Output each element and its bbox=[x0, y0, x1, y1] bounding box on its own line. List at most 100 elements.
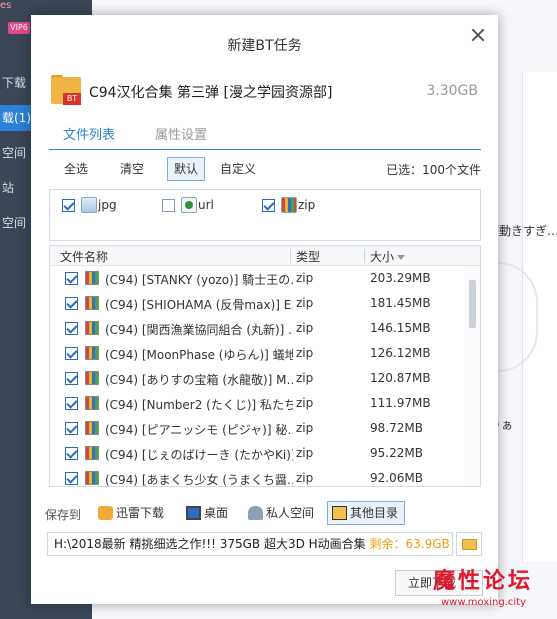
bt-badge: BT bbox=[63, 93, 81, 105]
row-checkbox[interactable] bbox=[65, 447, 78, 460]
zip-checkbox[interactable] bbox=[262, 198, 275, 212]
location-label: 其他目录 bbox=[350, 506, 399, 520]
file-size: 95.22MB bbox=[370, 446, 423, 460]
file-name: (C94) [SHIOHAMA (反骨max)] E… bbox=[105, 298, 293, 312]
zip-file-icon bbox=[85, 371, 99, 385]
file-name: (C94) [ピアニッシモ (ピジャ)] 秘… bbox=[105, 423, 293, 437]
url-label: url bbox=[198, 198, 214, 212]
header-size-label: 大小 bbox=[370, 250, 395, 264]
file-type: zip bbox=[296, 421, 314, 435]
file-size: 98.72MB bbox=[370, 421, 423, 435]
zip-label: zip bbox=[298, 198, 316, 212]
table-row[interactable]: (C94) [あまくち少女 (うまくち醤… zip 92.06MB bbox=[50, 466, 480, 486]
table-row[interactable]: (C94) [ありすの宝箱 (水龍敬)] M… zip 120.87MB bbox=[50, 366, 480, 391]
file-type-filter: jpg url zip bbox=[49, 189, 481, 241]
file-type: zip bbox=[296, 296, 314, 310]
save-path-text: H:\2018最新 精挑细选之作!!! 375GB 超大3D H动画合集 bbox=[54, 537, 366, 551]
table-row[interactable]: (C94) [MoonPhase (ゆらん)] 蟻地… zip 126.12MB bbox=[50, 341, 480, 366]
tab-file-list[interactable]: 文件列表 bbox=[63, 128, 115, 144]
sidebar-top-text: es bbox=[0, 0, 12, 11]
browse-folder-button[interactable] bbox=[456, 532, 482, 556]
zip-file-icon bbox=[85, 346, 99, 360]
file-name: (C94) [関西漁業協同組合 (丸新)] … bbox=[105, 323, 293, 337]
jpg-icon bbox=[81, 197, 97, 213]
zip-file-icon bbox=[85, 271, 99, 285]
row-checkbox[interactable] bbox=[65, 297, 78, 310]
table-scrollbar[interactable] bbox=[464, 266, 480, 486]
zip-file-icon bbox=[85, 446, 99, 460]
file-size: 120.87MB bbox=[370, 371, 431, 385]
location-private-space[interactable]: 私人空间 bbox=[243, 501, 321, 525]
watermark-title: 魔性论坛 bbox=[433, 569, 534, 594]
sort-down-icon bbox=[397, 255, 406, 260]
table-header: 文件名称 类型 大小 bbox=[50, 246, 480, 266]
close-icon[interactable] bbox=[470, 27, 486, 43]
file-type: zip bbox=[296, 346, 314, 360]
file-size: 92.06MB bbox=[370, 471, 423, 485]
file-size: 203.29MB bbox=[370, 271, 431, 285]
row-checkbox[interactable] bbox=[65, 347, 78, 360]
table-row[interactable]: (C94) [SHIOHAMA (反骨max)] E… zip 181.45MB bbox=[50, 291, 480, 316]
clear-button[interactable]: 清空 bbox=[113, 157, 151, 181]
table-row[interactable]: (C94) [関西漁業協同組合 (丸新)] … zip 146.15MB bbox=[50, 316, 480, 341]
watermark-url: www.moxing.city bbox=[441, 597, 527, 608]
task-name: C94汉化合集 第三弹 [漫之学园资源部] bbox=[89, 85, 333, 101]
table-row[interactable]: (C94) [STANKY (yozo)] 騎士王の… zip 203.29MB bbox=[50, 266, 480, 291]
zip-file-icon bbox=[85, 296, 99, 310]
free-space-label: 剩余： bbox=[369, 537, 406, 551]
file-type: zip bbox=[296, 371, 314, 385]
jpg-checkbox[interactable] bbox=[62, 198, 75, 212]
file-type: zip bbox=[296, 471, 314, 485]
file-size: 126.12MB bbox=[370, 346, 431, 360]
row-checkbox[interactable] bbox=[65, 422, 78, 435]
location-other-directory[interactable]: 其他目录 bbox=[327, 501, 406, 525]
select-all-button[interactable]: 全选 bbox=[57, 157, 95, 181]
url-icon bbox=[181, 197, 197, 213]
file-type: zip bbox=[296, 321, 314, 335]
custom-button[interactable]: 自定义 bbox=[213, 157, 263, 181]
zip-file-icon bbox=[85, 321, 99, 335]
file-table: 文件名称 类型 大小 (C94) [STANKY (yozo)] 騎士王の… z… bbox=[49, 245, 481, 487]
selected-count: 已选：100个文件 bbox=[386, 163, 481, 177]
free-space-value: 63.9GB bbox=[405, 537, 450, 551]
save-location-row: 保存到 迅雷下载 桌面 私人空间 其他目录 bbox=[45, 501, 485, 525]
tab-properties[interactable]: 属性设置 bbox=[155, 128, 207, 144]
header-type[interactable]: 类型 bbox=[296, 248, 320, 265]
row-checkbox[interactable] bbox=[65, 272, 78, 285]
file-size: 181.45MB bbox=[370, 296, 431, 310]
row-checkbox[interactable] bbox=[65, 397, 78, 410]
file-type-jpg[interactable]: jpg bbox=[62, 197, 117, 213]
scrollbar-thumb[interactable] bbox=[469, 280, 476, 328]
save-path-field[interactable]: H:\2018最新 精挑细选之作!!! 375GB 超大3D H动画合集 剩余：… bbox=[47, 532, 453, 556]
table-row[interactable]: (C94) [じぇのばけーき (たかやKi)]… zip 95.22MB bbox=[50, 441, 480, 466]
location-thunder-download[interactable]: 迅雷下载 bbox=[93, 501, 171, 525]
table-row[interactable]: (C94) [ピアニッシモ (ピジャ)] 秘… zip 98.72MB bbox=[50, 416, 480, 441]
header-name[interactable]: 文件名称 bbox=[60, 248, 108, 265]
new-bt-task-dialog: 新建BT任务 BT C94汉化合集 第三弹 [漫之学园资源部] 3.30GB 文… bbox=[31, 15, 498, 604]
file-type: zip bbox=[296, 446, 314, 460]
location-desktop[interactable]: 桌面 bbox=[181, 501, 235, 525]
file-type-url[interactable]: url bbox=[162, 197, 214, 213]
folder-icon bbox=[462, 539, 477, 550]
filter-bar: 全选 清空 默认 自定义 已选：100个文件 bbox=[49, 157, 481, 181]
table-row[interactable]: (C94) [Number2 (たくじ)] 私たち… zip 111.97MB bbox=[50, 391, 480, 416]
task-size: 3.30GB bbox=[426, 83, 478, 99]
default-button[interactable]: 默认 bbox=[167, 157, 206, 181]
row-checkbox[interactable] bbox=[65, 322, 78, 335]
row-checkbox[interactable] bbox=[65, 372, 78, 385]
location-label: 私人空间 bbox=[266, 506, 315, 520]
file-name: (C94) [STANKY (yozo)] 騎士王の… bbox=[105, 273, 293, 287]
row-checkbox[interactable] bbox=[65, 472, 78, 485]
zip-file-icon bbox=[85, 421, 99, 435]
location-label: 桌面 bbox=[204, 506, 229, 520]
header-size[interactable]: 大小 bbox=[370, 248, 406, 265]
url-checkbox[interactable] bbox=[162, 198, 175, 212]
desktop-icon bbox=[186, 506, 201, 520]
file-type-zip[interactable]: zip bbox=[262, 197, 315, 213]
vip-badge: VIP6 bbox=[8, 22, 30, 34]
location-label: 迅雷下载 bbox=[116, 506, 165, 520]
zip-file-icon bbox=[85, 396, 99, 410]
jpg-label: jpg bbox=[98, 198, 117, 212]
dialog-tabs: 文件列表 属性设置 bbox=[49, 128, 481, 150]
file-type: zip bbox=[296, 396, 314, 410]
